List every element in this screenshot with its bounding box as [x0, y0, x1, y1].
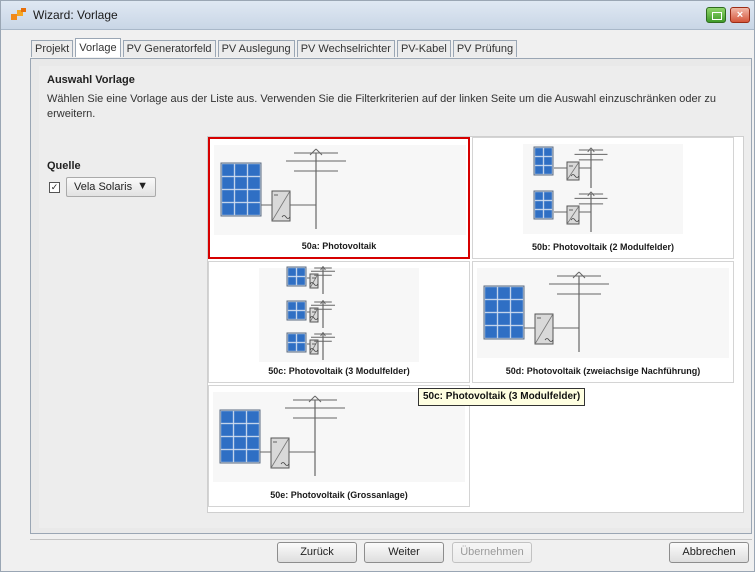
maximize-icon[interactable] [706, 7, 726, 23]
tab-pv-auslegung[interactable]: PV Auslegung [217, 40, 295, 57]
tab-pv-wechselrichter[interactable]: PV Wechselrichter [296, 40, 395, 57]
template-card-50c[interactable]: 50c: Photovoltaik (3 Modulfelder) [208, 261, 470, 383]
template-card-50a[interactable]: 50a: Photovoltaik [208, 137, 470, 259]
pv-diagram-three-fields-icon [259, 266, 419, 362]
template-tooltip: 50c: Photovoltaik (3 Modulfelder) [418, 388, 586, 406]
window-title: Wizard: Vorlage [33, 8, 118, 22]
section-description: Wählen Sie eine Vorlage aus der Liste au… [47, 93, 716, 120]
footer-divider [30, 539, 752, 540]
tab-vorlage[interactable]: Vorlage [75, 38, 121, 57]
back-button[interactable]: Zurück [277, 542, 357, 563]
pv-diagram-two-fields-icon [523, 144, 683, 234]
source-checkbox[interactable]: ✓ [49, 182, 60, 193]
source-select[interactable]: Vela Solaris ▼ [66, 177, 156, 197]
pv-diagram-tracking-icon [477, 268, 729, 358]
template-card-50b[interactable]: 50b: Photovoltaik (2 Modulfelder) [472, 137, 734, 259]
template-caption: 50c: Photovoltaik (3 Modulfelder) [268, 366, 410, 376]
wizard-tabs: Projekt Vorlage PV Generatorfeld PV Ausl… [31, 38, 519, 58]
title-bar[interactable]: Wizard: Vorlage × [1, 1, 754, 30]
tab-pv-pruefung[interactable]: PV Prüfung [452, 40, 518, 57]
chevron-down-icon: ▼ [137, 180, 148, 192]
template-card-50d[interactable]: 50d: Photovoltaik (zweiachsige Nachführu… [472, 261, 734, 383]
source-filter-label: Quelle [47, 160, 81, 172]
template-caption: 50d: Photovoltaik (zweiachsige Nachführu… [505, 366, 701, 376]
tab-pv-generatorfeld[interactable]: PV Generatorfeld [122, 40, 216, 57]
next-button[interactable]: Weiter [364, 542, 444, 563]
pv-diagram-single-icon [214, 145, 466, 235]
tab-projekt[interactable]: Projekt [31, 40, 74, 57]
cancel-button[interactable]: Abbrechen [669, 542, 749, 563]
source-select-value: Vela Solaris [74, 181, 133, 193]
template-caption: 50a: Photovoltaik [301, 241, 377, 251]
close-icon[interactable]: × [730, 7, 750, 23]
section-title: Auswahl Vorlage [47, 74, 135, 86]
wizard-window: Wizard: Vorlage × Projekt Vorlage PV Gen… [0, 0, 755, 572]
content-area: Auswahl Vorlage Wählen Sie eine Vorlage … [39, 66, 751, 528]
template-caption: 50e: Photovoltaik (Grossanlage) [270, 490, 408, 500]
tab-pv-kabel[interactable]: PV-Kabel [396, 40, 451, 57]
apply-button[interactable]: Übernehmen [452, 542, 532, 563]
template-grid: 50a: Photovoltaik 50b: Photovoltaik (2 M… [207, 136, 744, 513]
template-caption: 50b: Photovoltaik (2 Modulfelder) [531, 242, 674, 252]
content-panel: Auswahl Vorlage Wählen Sie eine Vorlage … [30, 58, 752, 534]
app-logo-icon [11, 8, 27, 22]
